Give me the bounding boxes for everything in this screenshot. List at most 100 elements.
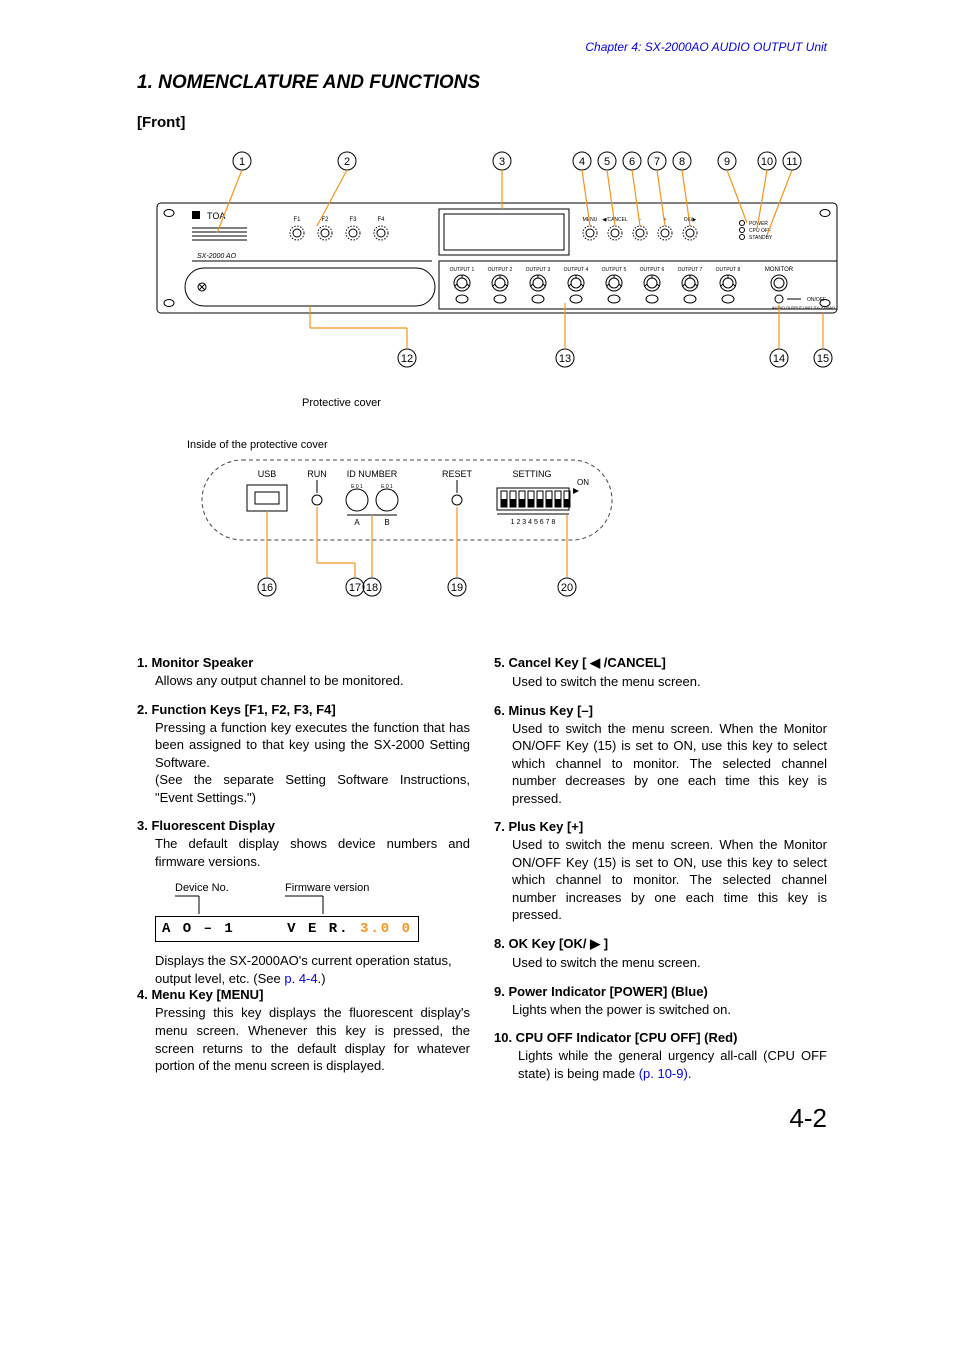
page-title: 1. NOMENCLATURE AND FUNCTIONS: [137, 72, 827, 94]
svg-text:10: 10: [761, 156, 773, 168]
svg-text:12: 12: [401, 353, 413, 365]
page-link[interactable]: (p. 10-9): [639, 1066, 688, 1081]
right-column: 5. Cancel Key [ ◀ /CANCEL] Used to switch…: [494, 655, 827, 1094]
item-body: Used to switch the menu screen. When the…: [494, 836, 827, 924]
svg-text:F3: F3: [349, 217, 357, 223]
onoff-label: ON/OFF: [807, 297, 826, 303]
inside-cover-caption: Inside of the protective cover: [187, 439, 827, 451]
item-body: Displays the SX-2000AO's current operati…: [137, 952, 470, 987]
item: 3. Fluorescent Display The default displa…: [137, 818, 470, 870]
svg-text:MENU: MENU: [583, 217, 598, 223]
svg-text:OUTPUT 2: OUTPUT 2: [488, 267, 513, 273]
monitor-label: MONITOR: [765, 267, 794, 273]
svg-text:OUTPUT 3: OUTPUT 3: [526, 267, 551, 273]
svg-text:STANDBY: STANDBY: [749, 235, 773, 241]
display-screen: A O – 1V E R. 3.0 0: [155, 916, 419, 942]
svg-text:SETTING: SETTING: [512, 469, 551, 479]
chapter-header: Chapter 4: SX-2000AO AUDIO OUTPUT Unit: [137, 40, 827, 54]
item-head: 7. Plus Key [+]: [494, 819, 827, 834]
svg-text:2: 2: [344, 156, 350, 168]
svg-text:A: A: [354, 518, 360, 527]
item-head: 4. Menu Key [MENU]: [137, 987, 470, 1002]
svg-text:F2: F2: [321, 217, 329, 223]
svg-text:F1: F1: [293, 217, 301, 223]
item-head: 2. Function Keys [F1, F2, F3, F4]: [137, 702, 470, 717]
page: Chapter 4: SX-2000AO AUDIO OUTPUT Unit 1…: [87, 0, 867, 1154]
svg-text:9: 9: [724, 156, 730, 168]
svg-text:OUTPUT 7: OUTPUT 7: [678, 267, 703, 273]
svg-text:16: 16: [261, 582, 273, 594]
svg-text:11: 11: [786, 156, 797, 168]
svg-text:17: 17: [349, 582, 361, 594]
svg-text:20: 20: [561, 582, 573, 594]
item-head: 8. OK Key [OK/ ▶ ]: [494, 936, 827, 952]
item-body: Lights when the power is switched on.: [494, 1001, 827, 1019]
page-number: 4-2: [789, 1103, 827, 1134]
svg-text:6: 6: [629, 156, 635, 168]
item-body: Allows any output channel to be monitore…: [137, 672, 470, 690]
svg-text:7: 7: [654, 156, 660, 168]
model-label: SX-2000 AO: [197, 253, 237, 260]
front-panel-svg: 1234567891011 12131415 TOA SX-2000 AO: [147, 143, 847, 393]
svg-text:◀/CANCEL: ◀/CANCEL: [602, 217, 628, 223]
svg-text:OUTPUT 4: OUTPUT 4: [564, 267, 589, 273]
svg-text:8: 8: [679, 156, 685, 168]
svg-text:13: 13: [559, 353, 571, 365]
svg-text:5: 5: [604, 156, 610, 168]
svg-text:OUTPUT 8: OUTPUT 8: [716, 267, 741, 273]
item-body: Used to switch the menu screen.: [494, 954, 827, 972]
item-head: 1. Monitor Speaker: [137, 655, 470, 670]
protective-cover-caption: Protective cover: [302, 397, 827, 409]
item: 1. Monitor Speaker Allows any output chan…: [137, 655, 470, 690]
svg-text:F4: F4: [377, 217, 385, 223]
svg-text:15: 15: [817, 353, 829, 365]
item-body: Used to switch the menu screen.: [494, 673, 827, 691]
item-body: Used to switch the menu screen. When the…: [494, 720, 827, 808]
svg-text:4: 4: [579, 156, 585, 168]
item-body: Lights while the general urgency all-cal…: [494, 1047, 827, 1082]
left-column: 1. Monitor Speaker Allows any output chan…: [137, 655, 470, 1094]
svg-text:3: 3: [499, 156, 505, 168]
svg-text:OUTPUT 6: OUTPUT 6: [640, 267, 665, 273]
svg-text:ID NUMBER: ID NUMBER: [347, 469, 398, 479]
svg-text:1: 1: [239, 156, 245, 168]
svg-text:OUTPUT 5: OUTPUT 5: [602, 267, 627, 273]
item: 6. Minus Key [–] Used to switch the menu …: [494, 703, 827, 808]
item: 8. OK Key [OK/ ▶ ] Used to switch the men…: [494, 936, 827, 972]
svg-text:19: 19: [451, 582, 463, 594]
item-body: The default display shows device numbers…: [137, 835, 470, 870]
svg-text:OUTPUT 1: OUTPUT 1: [450, 267, 475, 273]
svg-text:18: 18: [366, 582, 378, 594]
svg-text:OK/▶: OK/▶: [684, 217, 697, 223]
display-sample: Device No.Firmware versionA O – 1V E R. …: [155, 882, 470, 942]
item-head: 5. Cancel Key [ ◀ /CANCEL]: [494, 655, 827, 671]
item: 9. Power Indicator [POWER] (Blue) Lights …: [494, 984, 827, 1019]
item: 7. Plus Key [+] Used to switch the menu s…: [494, 819, 827, 924]
section-front: [Front]: [137, 114, 827, 131]
svg-text:RUN: RUN: [307, 469, 327, 479]
item: 5. Cancel Key [ ◀ /CANCEL] Used to switch…: [494, 655, 827, 691]
item-head: 3. Fluorescent Display: [137, 818, 470, 833]
item-head: 9. Power Indicator [POWER] (Blue): [494, 984, 827, 999]
svg-text:E 0 1: E 0 1: [381, 484, 393, 490]
item: 10. CPU OFF Indicator [CPU OFF] (Red) Lig…: [494, 1030, 827, 1082]
inside-cover-diagram: USB RUN ID NUMBER RESET SETTING ON E 0 1…: [197, 455, 617, 605]
item: 4. Menu Key [MENU] Pressing this key disp…: [137, 987, 470, 1074]
item-body: Pressing this key displays the fluoresce…: [137, 1004, 470, 1074]
item-head: 6. Minus Key [–]: [494, 703, 827, 718]
item: 2. Function Keys [F1, F2, F3, F4] Pressin…: [137, 702, 470, 807]
item-head: 10. CPU OFF Indicator [CPU OFF] (Red): [494, 1030, 827, 1045]
front-panel-diagram: 1234567891011 12131415 TOA SX-2000 AO: [147, 143, 827, 409]
svg-text:14: 14: [773, 353, 785, 365]
svg-text:E 0 1: E 0 1: [351, 484, 363, 490]
page-link[interactable]: p. 4-4: [284, 971, 317, 986]
svg-text:1 2 3 4 5 6 7 8: 1 2 3 4 5 6 7 8: [511, 519, 556, 526]
svg-text:ON: ON: [577, 478, 589, 487]
unit-label: AUDIO OUTPUT UNIT SX-2000AO: [772, 305, 835, 310]
item-body: Pressing a function key executes the fun…: [137, 719, 470, 807]
svg-text:B: B: [384, 518, 389, 527]
svg-text:USB: USB: [258, 469, 277, 479]
inside-cover-svg: USB RUN ID NUMBER RESET SETTING ON E 0 1…: [197, 455, 617, 605]
description-columns: 1. Monitor Speaker Allows any output chan…: [137, 655, 827, 1094]
svg-text:RESET: RESET: [442, 469, 473, 479]
